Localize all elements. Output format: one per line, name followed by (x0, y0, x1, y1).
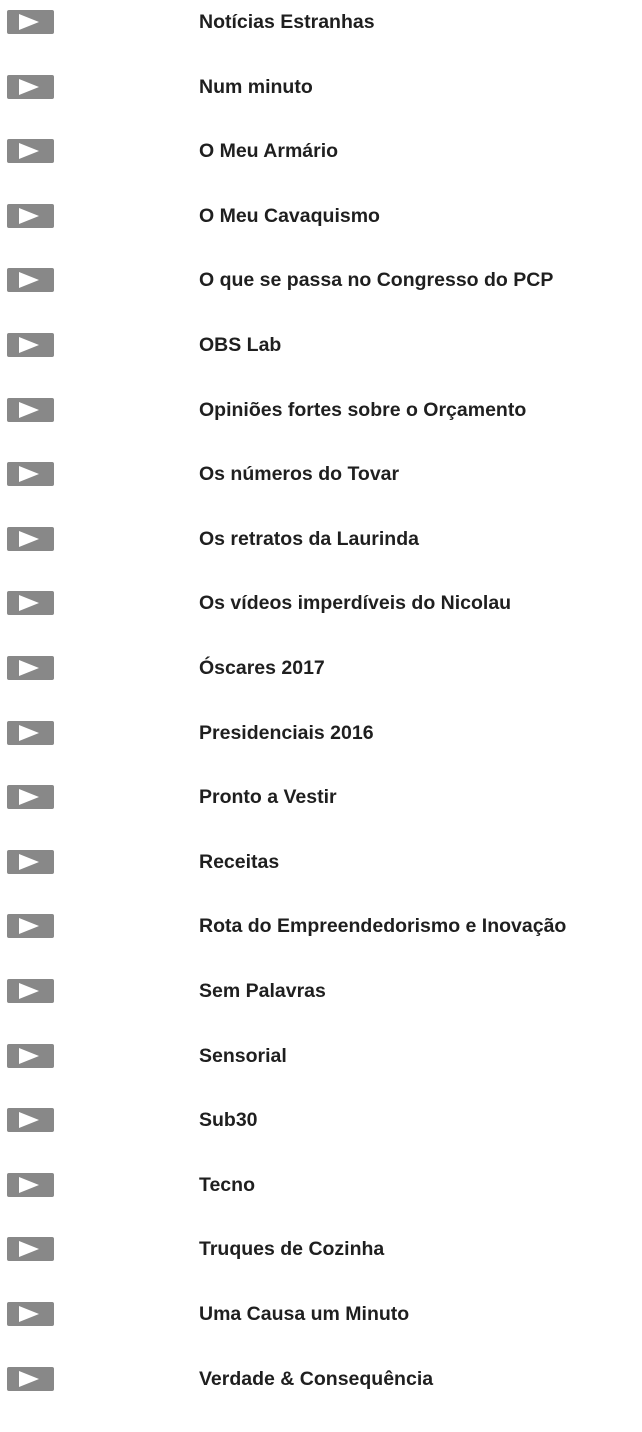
video-title-link[interactable]: O Meu Armário (199, 139, 338, 163)
video-title-link[interactable]: Os vídeos imperdíveis do Nicolau (199, 591, 511, 615)
play-button[interactable] (7, 1108, 54, 1133)
play-icon (19, 789, 39, 806)
play-icon (19, 918, 39, 935)
list-item[interactable]: Tecno (0, 1172, 642, 1213)
play-button[interactable] (7, 139, 54, 164)
play-button[interactable] (7, 10, 54, 34)
play-button[interactable] (7, 268, 54, 293)
list-item[interactable]: Os retratos da Laurinda (0, 526, 642, 567)
play-button[interactable] (7, 203, 54, 228)
play-button[interactable] (7, 526, 54, 551)
video-title-link[interactable]: Truques de Cozinha (199, 1237, 384, 1261)
list-item[interactable]: Opiniões fortes sobre o Orçamento (0, 397, 642, 438)
play-icon (19, 143, 39, 160)
play-button[interactable] (7, 914, 54, 939)
video-title-link[interactable]: Num minuto (199, 75, 313, 99)
play-icon (19, 1241, 39, 1258)
play-button[interactable] (7, 397, 54, 422)
list-item[interactable]: Notícias Estranhas (0, 10, 642, 50)
video-title-link[interactable]: Receitas (199, 850, 279, 874)
play-icon (19, 530, 39, 547)
play-icon (19, 1306, 39, 1322)
play-icon (19, 1370, 39, 1387)
list-item[interactable]: Sub30 (0, 1108, 642, 1148)
list-item[interactable]: Pronto a Vestir (0, 785, 642, 825)
play-button[interactable] (7, 849, 54, 874)
list-item[interactable]: O Meu Cavaquismo (0, 203, 642, 244)
list-item[interactable]: Sem Palavras (0, 979, 642, 1019)
list-item[interactable]: Truques de Cozinha (0, 1237, 642, 1277)
list-item[interactable]: Uma Causa um Minuto (0, 1302, 642, 1342)
video-title-link[interactable]: Verdade & Consequência (199, 1367, 433, 1391)
video-title-link[interactable]: Tecno (199, 1173, 255, 1197)
video-title-link[interactable]: Notícias Estranhas (199, 10, 375, 34)
play-icon (19, 595, 39, 612)
video-title-link[interactable]: Opiniões fortes sobre o Orçamento (199, 398, 526, 422)
list-item[interactable]: O que se passa no Congresso do PCP (0, 268, 642, 308)
play-icon (19, 1176, 39, 1193)
play-button[interactable] (7, 656, 54, 680)
play-icon (19, 14, 39, 30)
play-icon (19, 78, 39, 95)
video-title-link[interactable]: Uma Causa um Minuto (199, 1302, 409, 1326)
video-title-link[interactable]: Rota do Empreendedorismo e Inovação (199, 914, 566, 938)
play-icon (19, 983, 39, 999)
play-button[interactable] (7, 1366, 54, 1391)
play-button[interactable] (7, 1237, 54, 1262)
play-icon (19, 337, 39, 353)
video-title-link[interactable]: Os retratos da Laurinda (199, 527, 419, 551)
video-title-link[interactable]: Sensorial (199, 1044, 287, 1068)
list-item[interactable]: Verdade & Consequência (0, 1366, 642, 1407)
play-button[interactable] (7, 785, 54, 810)
list-item[interactable]: Os vídeos imperdíveis do Nicolau (0, 591, 642, 631)
play-icon (19, 272, 39, 289)
play-icon (19, 853, 39, 870)
play-button[interactable] (7, 720, 54, 745)
list-item[interactable]: Num minuto (0, 74, 642, 115)
play-icon (19, 401, 39, 418)
list-item[interactable]: Sensorial (0, 1043, 642, 1084)
list-item[interactable]: O Meu Armário (0, 139, 642, 179)
list-item[interactable]: Presidenciais 2016 (0, 720, 642, 761)
play-icon (19, 1112, 39, 1129)
play-button[interactable] (7, 74, 54, 99)
video-title-link[interactable]: Óscares 2017 (199, 656, 325, 680)
play-icon (19, 207, 39, 224)
list-item[interactable]: Rota do Empreendedorismo e Inovação (0, 914, 642, 954)
play-button[interactable] (7, 591, 54, 616)
video-title-link[interactable]: Os números do Tovar (199, 462, 399, 486)
video-title-link[interactable]: O que se passa no Congresso do PCP (199, 268, 553, 292)
video-title-link[interactable]: OBS Lab (199, 333, 281, 357)
play-button[interactable] (7, 979, 54, 1003)
list-item[interactable]: Receitas (0, 849, 642, 890)
video-title-link[interactable]: Sem Palavras (199, 979, 326, 1003)
list-item[interactable]: OBS Lab (0, 333, 642, 373)
play-button[interactable] (7, 1043, 54, 1068)
list-item[interactable]: Os números do Tovar (0, 462, 642, 502)
list-item[interactable]: Óscares 2017 (0, 656, 642, 696)
play-icon (19, 466, 39, 483)
play-icon (19, 1047, 39, 1064)
video-title-link[interactable]: Pronto a Vestir (199, 785, 337, 809)
play-icon (19, 724, 39, 741)
play-button[interactable] (7, 333, 54, 357)
play-button[interactable] (7, 1302, 54, 1326)
play-button[interactable] (7, 1172, 54, 1197)
video-title-link[interactable]: Presidenciais 2016 (199, 721, 374, 745)
video-title-link[interactable]: Sub30 (199, 1108, 258, 1132)
play-button[interactable] (7, 462, 54, 487)
play-icon (19, 660, 39, 676)
video-title-link[interactable]: O Meu Cavaquismo (199, 204, 380, 228)
